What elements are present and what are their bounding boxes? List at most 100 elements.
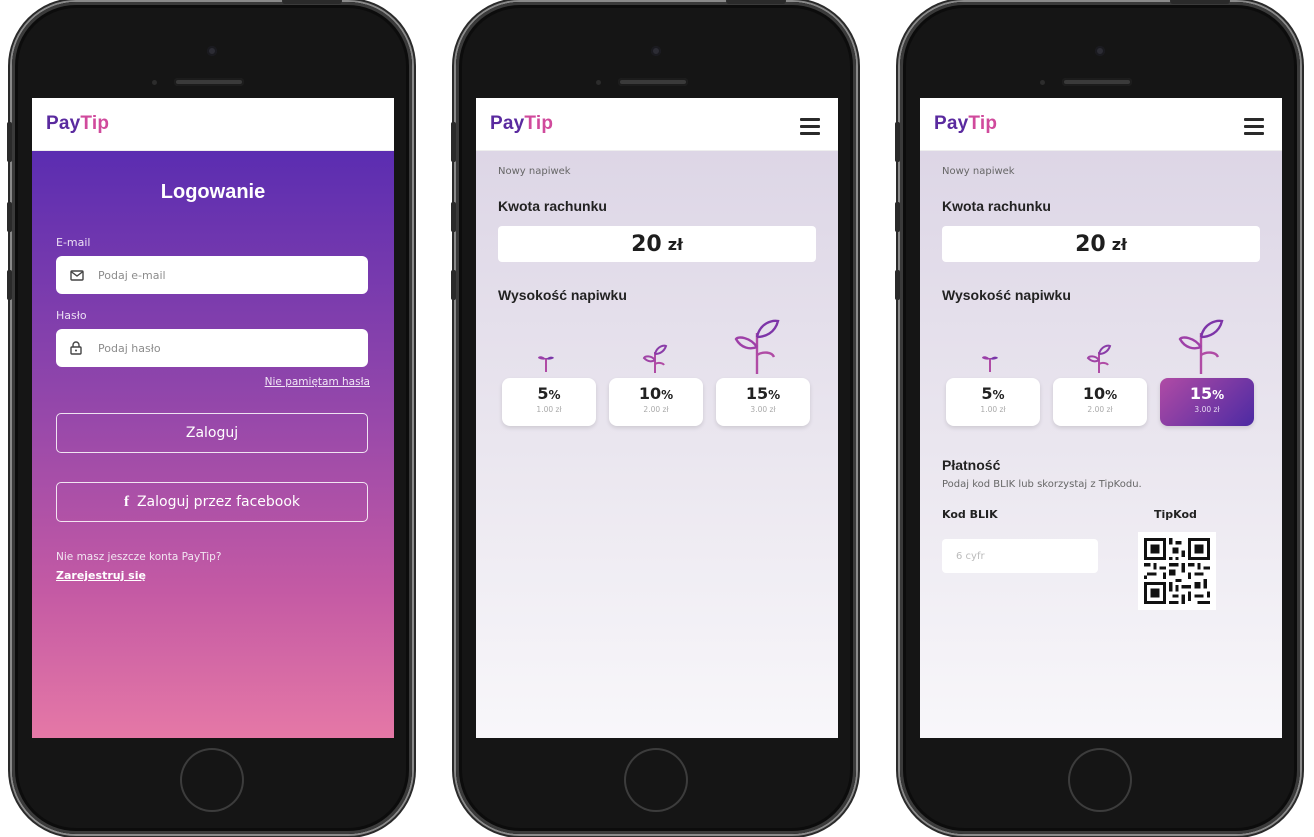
password-field[interactable]: Podaj hasło xyxy=(56,329,368,367)
camera xyxy=(207,46,217,56)
volume-down-button xyxy=(895,270,900,300)
speaker xyxy=(618,78,688,86)
bill-amount-field[interactable]: 20 zł xyxy=(942,226,1260,262)
bill-heading: Kwota rachunku xyxy=(498,198,607,214)
sprout-large-icon xyxy=(1178,319,1224,374)
top-bar: PayTip xyxy=(32,98,394,151)
tip-amount: 3.00 zł xyxy=(1194,405,1220,414)
top-bar: PayTip xyxy=(476,98,838,151)
sensor xyxy=(1040,80,1045,85)
tip-percent-unit: % xyxy=(1212,388,1225,402)
tip-percent-unit: % xyxy=(992,388,1005,402)
tip-option-5[interactable]: 5% 1.00 zł xyxy=(946,378,1040,426)
bill-heading: Kwota rachunku xyxy=(942,198,1051,214)
tip-option-10[interactable]: 10% 2.00 zł xyxy=(609,378,703,426)
tip-amount: 3.00 zł xyxy=(750,405,776,414)
tip-option-10[interactable]: 10% 2.00 zł xyxy=(1053,378,1147,426)
menu-icon[interactable] xyxy=(800,118,820,139)
page-title: Logowanie xyxy=(160,181,266,203)
mail-icon xyxy=(70,269,84,281)
tip-percent: 10 xyxy=(1082,384,1106,403)
bill-amount: 20 xyxy=(631,231,662,257)
password-placeholder: Podaj hasło xyxy=(98,341,161,355)
tip-percent-unit: % xyxy=(548,388,561,402)
tip-percent-unit: % xyxy=(661,388,674,402)
sprout-small-icon xyxy=(982,356,998,372)
mute-switch xyxy=(451,122,456,162)
phone-login: PayTip Logowanie E-mail Podaj e-mail Has… xyxy=(7,0,412,834)
tip-percent: 15 xyxy=(745,384,769,403)
paytip-logo[interactable]: PayTip xyxy=(934,113,997,135)
tip-screen: PayTip Nowy napiwek Kwota rachunku 20 zł … xyxy=(476,98,838,738)
speaker xyxy=(174,78,244,86)
tip-form: Nowy napiwek Kwota rachunku 20 zł Wysokoś… xyxy=(920,151,1282,738)
login-button[interactable]: Zaloguj xyxy=(56,413,368,453)
lock-icon xyxy=(70,341,84,355)
currency: zł xyxy=(667,234,683,254)
power-button xyxy=(1170,0,1230,4)
tip-form: Nowy napiwek Kwota rachunku 20 zł Wysokoś… xyxy=(476,151,838,738)
blik-placeholder: 6 cyfr xyxy=(956,550,985,562)
qr-code-icon xyxy=(1144,538,1210,604)
camera xyxy=(651,46,661,56)
sprout-medium-icon xyxy=(1086,344,1112,373)
mute-switch xyxy=(7,122,12,162)
login-button-label: Zaloguj xyxy=(185,425,239,441)
tipkod-qr-code[interactable] xyxy=(1138,532,1216,610)
sprout-large-icon xyxy=(734,319,780,374)
blik-label: Kod BLIK xyxy=(942,508,998,521)
email-placeholder: Podaj e-mail xyxy=(98,268,166,282)
top-bar: PayTip xyxy=(920,98,1282,151)
menu-icon[interactable] xyxy=(1244,118,1264,139)
bill-amount-field[interactable]: 20 zł xyxy=(498,226,816,262)
tip-percent: 5 xyxy=(981,384,993,403)
tip-amount: 1.00 zł xyxy=(536,405,562,414)
tip-option-5[interactable]: 5% 1.00 zł xyxy=(502,378,596,426)
blik-code-input[interactable]: 6 cyfr xyxy=(942,539,1098,573)
paytip-logo[interactable]: PayTip xyxy=(490,113,553,135)
tip-percent: 15 xyxy=(1189,384,1213,403)
tip-amount: 2.00 zł xyxy=(1087,405,1113,414)
tip-percent: 10 xyxy=(638,384,662,403)
email-field[interactable]: Podaj e-mail xyxy=(56,256,368,294)
camera xyxy=(1095,46,1105,56)
logo-pay: Pay xyxy=(934,113,969,134)
register-link[interactable]: Zarejestruj się xyxy=(56,569,146,582)
volume-up-button xyxy=(7,202,12,232)
volume-down-button xyxy=(451,270,456,300)
logo-tip: Tip xyxy=(80,113,110,134)
facebook-button-label: Zaloguj przez facebook xyxy=(136,494,301,510)
payment-screen: PayTip Nowy napiwek Kwota rachunku 20 zł … xyxy=(920,98,1282,738)
tip-option-15[interactable]: 15% 3.00 zł xyxy=(716,378,810,426)
forgot-password-link[interactable]: Nie pamiętam hasła xyxy=(265,376,370,388)
payment-heading: Płatność xyxy=(942,457,1001,473)
tip-heading: Wysokość napiwku xyxy=(498,287,627,303)
paytip-logo[interactable]: PayTip xyxy=(46,113,109,135)
logo-pay: Pay xyxy=(490,113,525,134)
logo-tip: Tip xyxy=(524,113,554,134)
login-screen: PayTip Logowanie E-mail Podaj e-mail Has… xyxy=(32,98,394,738)
currency: zł xyxy=(1111,234,1127,254)
tip-percent-unit: % xyxy=(1105,388,1118,402)
volume-down-button xyxy=(7,270,12,300)
sensor xyxy=(152,80,157,85)
tip-heading: Wysokość napiwku xyxy=(942,287,1071,303)
home-button[interactable] xyxy=(624,748,688,812)
tip-amount: 1.00 zł xyxy=(980,405,1006,414)
bill-amount: 20 xyxy=(1075,231,1106,257)
login-form: Logowanie E-mail Podaj e-mail Hasło Poda… xyxy=(32,151,394,738)
phone-tip: PayTip Nowy napiwek Kwota rachunku 20 zł … xyxy=(451,0,856,834)
power-button xyxy=(282,0,342,4)
volume-up-button xyxy=(895,202,900,232)
logo-pay: Pay xyxy=(46,113,81,134)
tip-option-15-selected[interactable]: 15% 3.00 zł xyxy=(1160,378,1254,426)
speaker xyxy=(1062,78,1132,86)
home-button[interactable] xyxy=(180,748,244,812)
sprout-small-icon xyxy=(538,356,554,372)
mute-switch xyxy=(895,122,900,162)
phone-payment: PayTip Nowy napiwek Kwota rachunku 20 zł … xyxy=(895,0,1300,834)
password-label: Hasło xyxy=(56,309,87,322)
home-button[interactable] xyxy=(1068,748,1132,812)
power-button xyxy=(726,0,786,4)
facebook-login-button[interactable]: f Zaloguj przez facebook xyxy=(56,482,368,522)
